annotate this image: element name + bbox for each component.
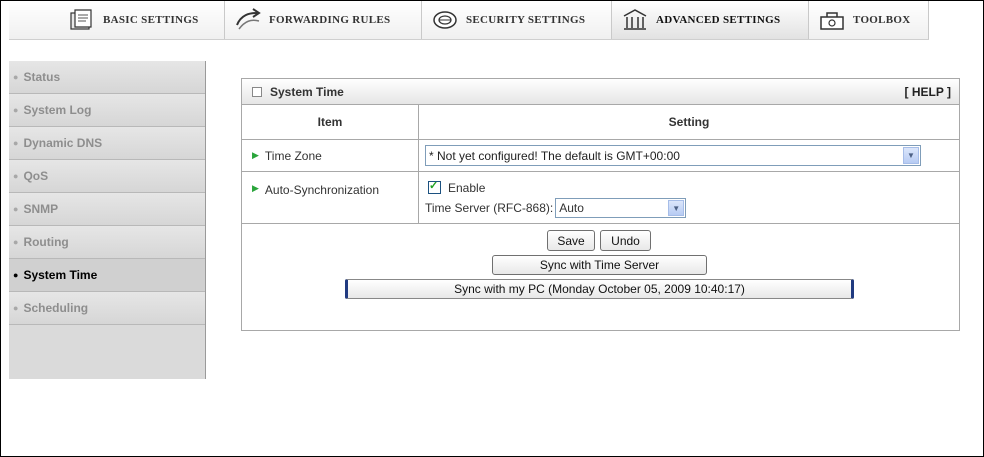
tab-label: SECURITY SETTINGS: [466, 14, 586, 26]
sync-pc-button[interactable]: Sync with my PC (Monday October 05, 2009…: [345, 279, 854, 299]
bullet-icon: ●: [13, 237, 19, 247]
bullet-icon: ●: [13, 105, 19, 115]
forwarding-arrows-icon: [236, 8, 261, 30]
undo-button[interactable]: Undo: [600, 230, 651, 251]
bullet-icon: ●: [13, 72, 19, 82]
arrow-right-icon: ▶: [252, 183, 259, 193]
sidebar-item-dynamic-dns[interactable]: ● Dynamic DNS: [9, 127, 205, 160]
time-zone-label-cell: ▶ Time Zone: [242, 140, 419, 171]
sidebar-item-label: Dynamic DNS: [23, 136, 103, 150]
sidebar-item-label: SNMP: [23, 202, 59, 216]
top-nav: BASIC SETTINGS FORWARDING RULES SECURITY…: [9, 1, 929, 40]
column-header-setting: Setting: [668, 115, 710, 129]
enable-row: Enable: [425, 178, 959, 197]
button-area: Save Undo Sync with Time Server Sync wit…: [242, 224, 959, 314]
sidebar-item-qos[interactable]: ● QoS: [9, 160, 205, 193]
save-button[interactable]: Save: [547, 230, 595, 251]
time-zone-row: ▶ Time Zone * Not yet configured! The de…: [242, 140, 959, 172]
toolbox-icon: [820, 12, 844, 30]
time-zone-value: * Not yet configured! The default is GMT…: [429, 148, 680, 163]
help-link[interactable]: [ HELP ]: [905, 85, 951, 99]
tab-basic-settings[interactable]: BASIC SETTINGS: [9, 1, 225, 39]
sidebar-item-status[interactable]: ● Status: [9, 61, 205, 94]
sidebar-item-label: System Time: [23, 268, 98, 282]
sidebar-item-label: Routing: [23, 235, 69, 249]
panel-header: System Time [ HELP ]: [242, 79, 959, 105]
panel-title-wrap: System Time: [252, 85, 344, 99]
chevron-down-icon[interactable]: ▼: [903, 147, 919, 164]
system-time-panel: System Time [ HELP ] Item Setting ▶ Time…: [241, 78, 960, 331]
enable-checkbox[interactable]: [428, 179, 441, 194]
time-server-value: Auto: [559, 201, 584, 215]
tab-forwarding-rules[interactable]: FORWARDING RULES: [225, 1, 422, 39]
tab-label: ADVANCED SETTINGS: [656, 14, 781, 26]
auto-sync-label: Auto-Synchronization: [264, 183, 379, 197]
sync-time-server-button[interactable]: Sync with Time Server: [492, 255, 707, 275]
chevron-down-icon[interactable]: ▼: [668, 200, 685, 216]
square-icon: [252, 87, 262, 98]
sidebar-item-system-time[interactable]: ● System Time: [9, 259, 205, 292]
bullet-icon: ●: [13, 303, 19, 313]
sidebar-item-label: System Log: [23, 103, 92, 117]
bullet-icon: ●: [13, 138, 19, 148]
sidebar-item-label: QoS: [23, 169, 49, 183]
panel-title: System Time: [270, 84, 344, 99]
time-server-row: Time Server (RFC-868): Auto ▼: [425, 197, 959, 219]
table-header-row: Item Setting: [242, 105, 959, 140]
tab-label: TOOLBOX: [853, 14, 911, 26]
auto-sync-label-cell: ▶ Auto-Synchronization: [242, 172, 419, 223]
bullet-icon: ●: [13, 204, 19, 214]
column-header-item: Item: [242, 105, 419, 139]
sidebar-item-label: Scheduling: [23, 301, 89, 315]
bullet-icon: ●: [13, 270, 19, 280]
time-server-select[interactable]: Auto ▼: [555, 198, 687, 218]
sidebar-item-routing[interactable]: ● Routing: [9, 226, 205, 259]
auto-sync-cell: Enable Time Server (RFC-868): Auto ▼: [419, 172, 959, 223]
arrow-right-icon: ▶: [252, 150, 259, 160]
tab-label: BASIC SETTINGS: [103, 14, 199, 26]
tab-security-settings[interactable]: SECURITY SETTINGS: [422, 1, 612, 39]
tab-toolbox[interactable]: TOOLBOX: [809, 1, 929, 39]
auto-sync-row: ▶ Auto-Synchronization Enable Time Serve…: [242, 172, 959, 224]
sidebar: ● Status ● System Log ● Dynamic DNS ● QoS ● S…: [9, 61, 206, 379]
enable-label: Enable: [448, 180, 486, 195]
sidebar-item-snmp[interactable]: ● SNMP: [9, 193, 205, 226]
time-zone-select[interactable]: * Not yet configured! The default is GMT…: [425, 145, 921, 166]
advanced-temple-icon: [623, 9, 647, 30]
document-folder-icon: [70, 9, 92, 30]
time-zone-cell: * Not yet configured! The default is GMT…: [419, 140, 959, 171]
sidebar-item-system-log[interactable]: ● System Log: [9, 94, 205, 127]
sidebar-item-label: Status: [23, 70, 61, 84]
sidebar-item-scheduling[interactable]: ● Scheduling: [9, 292, 205, 325]
time-zone-label: Time Zone: [264, 148, 322, 163]
time-server-label: Time Server (RFC-868):: [425, 201, 554, 215]
security-disc-icon: [433, 11, 457, 29]
tab-label: FORWARDING RULES: [269, 14, 391, 26]
bullet-icon: ●: [13, 171, 19, 181]
tab-advanced-settings[interactable]: ADVANCED SETTINGS: [612, 1, 809, 39]
